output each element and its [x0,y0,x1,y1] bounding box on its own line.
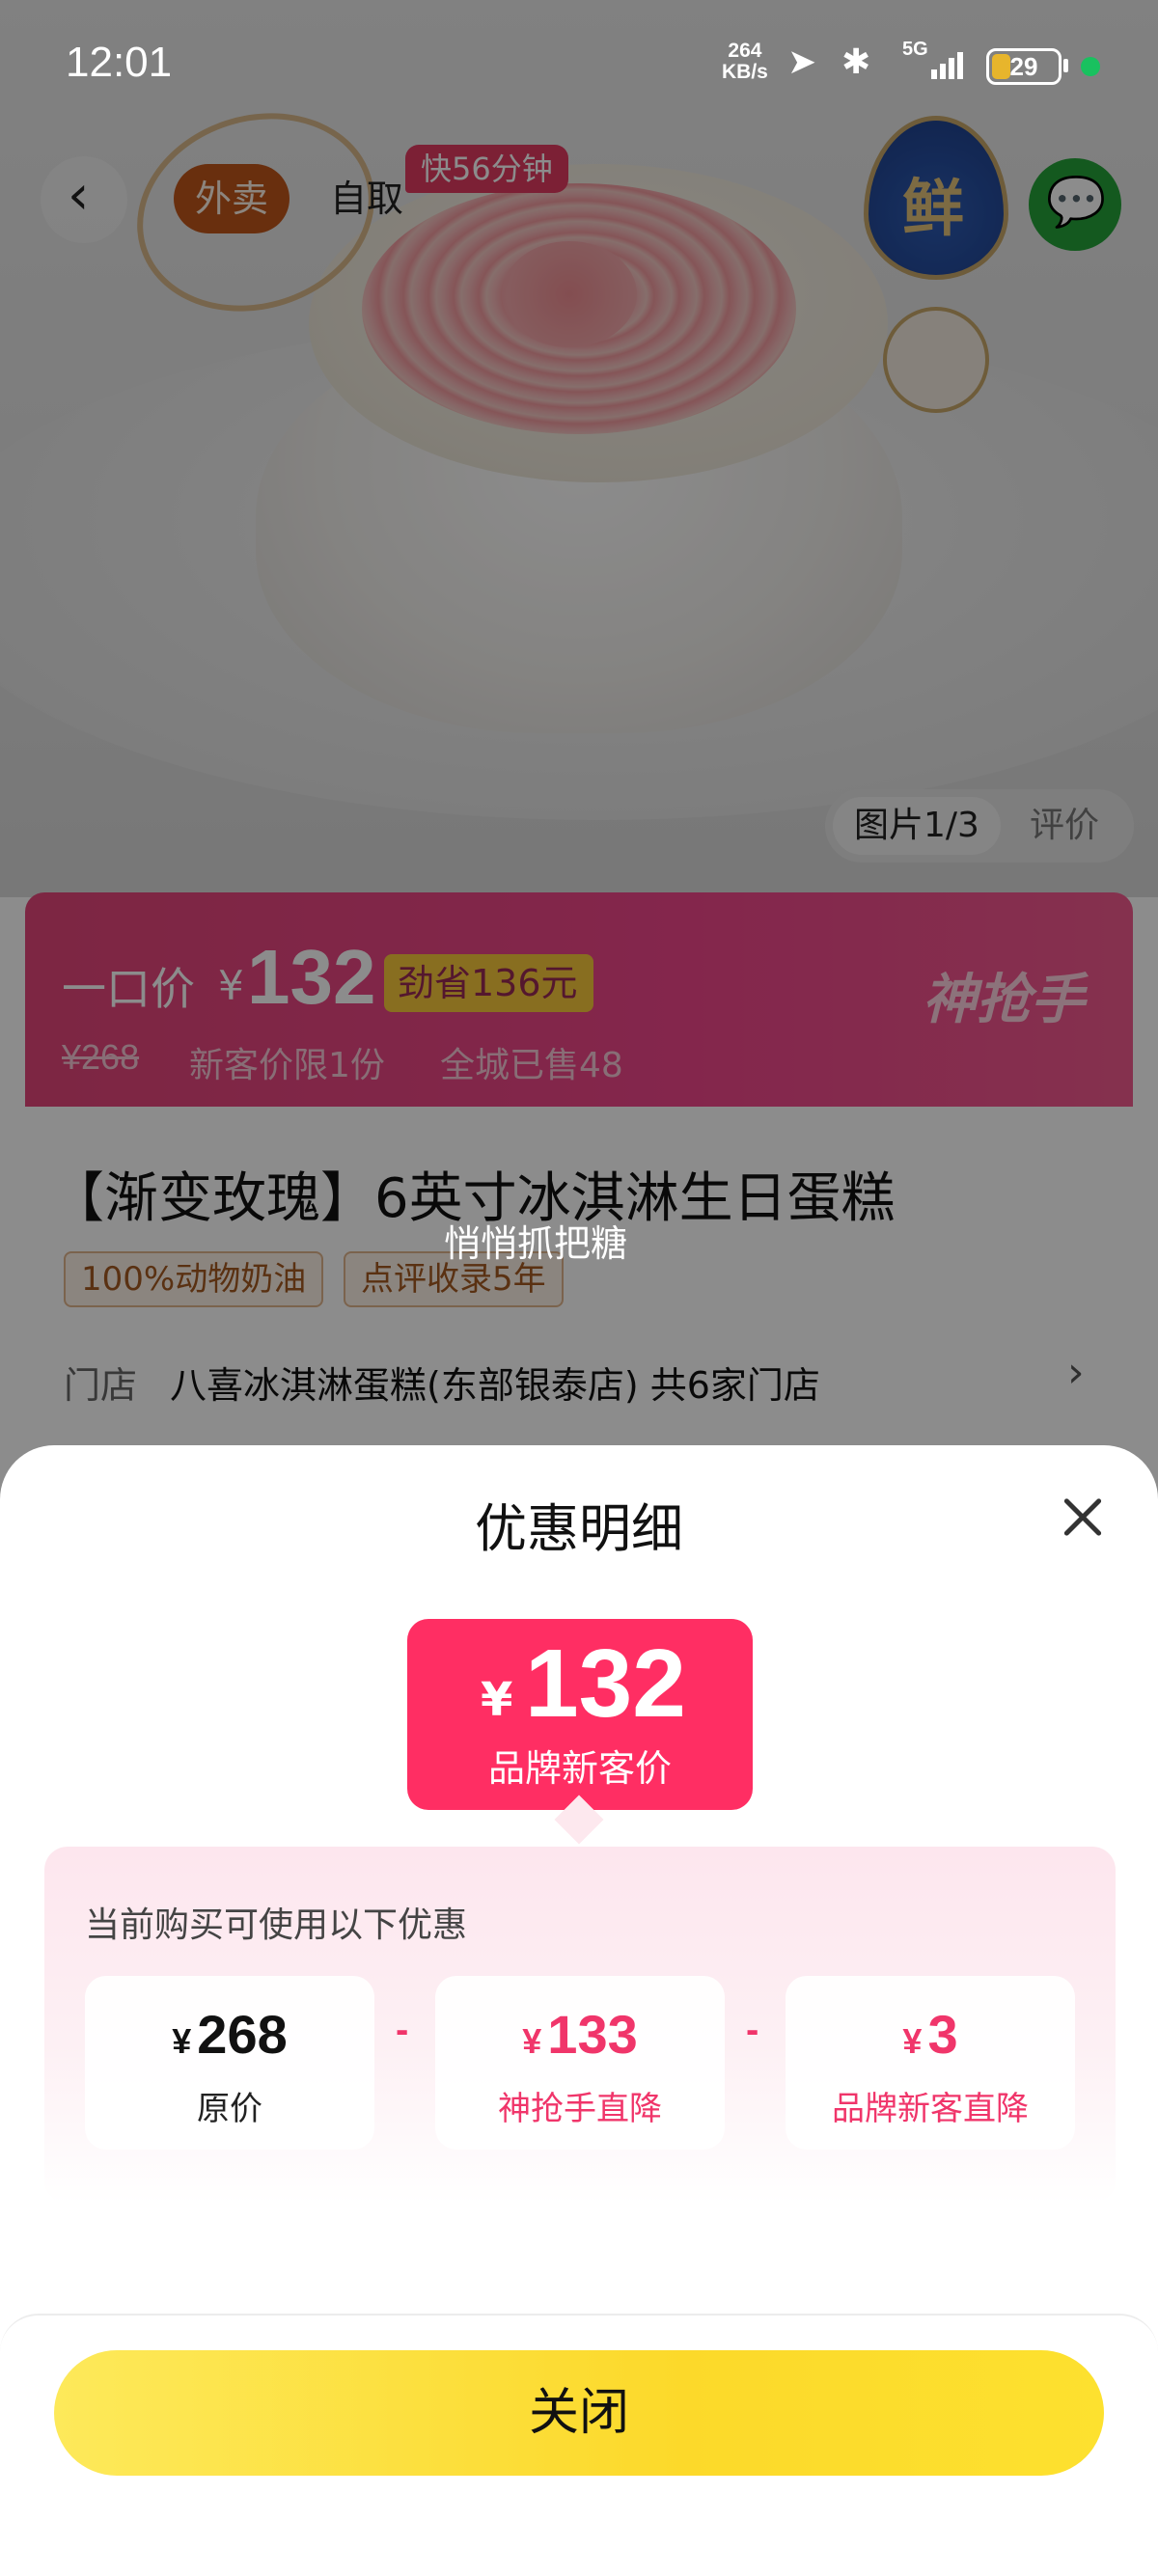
sheet-title: 优惠明细 [475,1498,683,1559]
bluetooth-icon: ✱ [841,42,871,82]
signal-icon [931,48,970,79]
new-customer-discount-label: 品牌新客直降 [832,2090,1029,2128]
battery-percent: 29 [1009,52,1038,81]
flash-discount-value: ¥133 [522,2004,638,2065]
network-speed-unit: KB/s [722,61,768,83]
flash-discount-card: ¥133 神抢手直降 [435,1976,725,2150]
network-speed: 264 KB/s [722,41,768,83]
discount-detail-sheet: 优惠明细 ¥ 132 品牌新客价 当前购买可使用以下优惠 ¥268 原价 - ¥… [0,1445,1158,2576]
flash-discount-label: 神抢手直降 [498,2090,662,2128]
final-price-box: ¥ 132 品牌新客价 [407,1619,753,1810]
close-icon[interactable] [1054,1488,1112,1546]
new-customer-discount-value: ¥3 [902,2004,958,2065]
location-arrow-icon: ➤ [787,42,817,82]
original-price-card: ¥268 原价 [85,1976,374,2150]
close-button[interactable]: 关闭 [54,2350,1104,2476]
original-price-label: 原价 [197,2090,262,2128]
final-price: 132 [525,1630,686,1738]
battery-icon: 29 [986,48,1062,85]
network-type: 5G [902,39,928,60]
green-dot-icon [1081,57,1100,76]
discount-breakdown: 当前购买可使用以下优惠 ¥268 原价 - ¥133 神抢手直降 - ¥3 品牌… [44,1847,1116,2204]
toast-message: 悄悄抓把糖 [444,1222,628,1265]
available-discount-hint: 当前购买可使用以下优惠 [85,1905,468,1945]
clock: 12:01 [66,39,173,86]
status-bar: 12:01 264 KB/s ➤ ✱ 5G 29 [0,0,1158,135]
final-price-label: 品牌新客价 [487,1747,672,1790]
network-speed-value: 264 [728,40,762,62]
final-currency: ¥ [481,1673,513,1727]
battery-tip [1063,59,1068,72]
minus-sign: - [746,2009,759,2051]
minus-sign: - [396,2009,409,2051]
sheet-footer: 关闭 [0,2314,1158,2576]
original-price-value: ¥268 [172,2004,288,2065]
new-customer-discount-card: ¥3 品牌新客直降 [786,1976,1075,2150]
